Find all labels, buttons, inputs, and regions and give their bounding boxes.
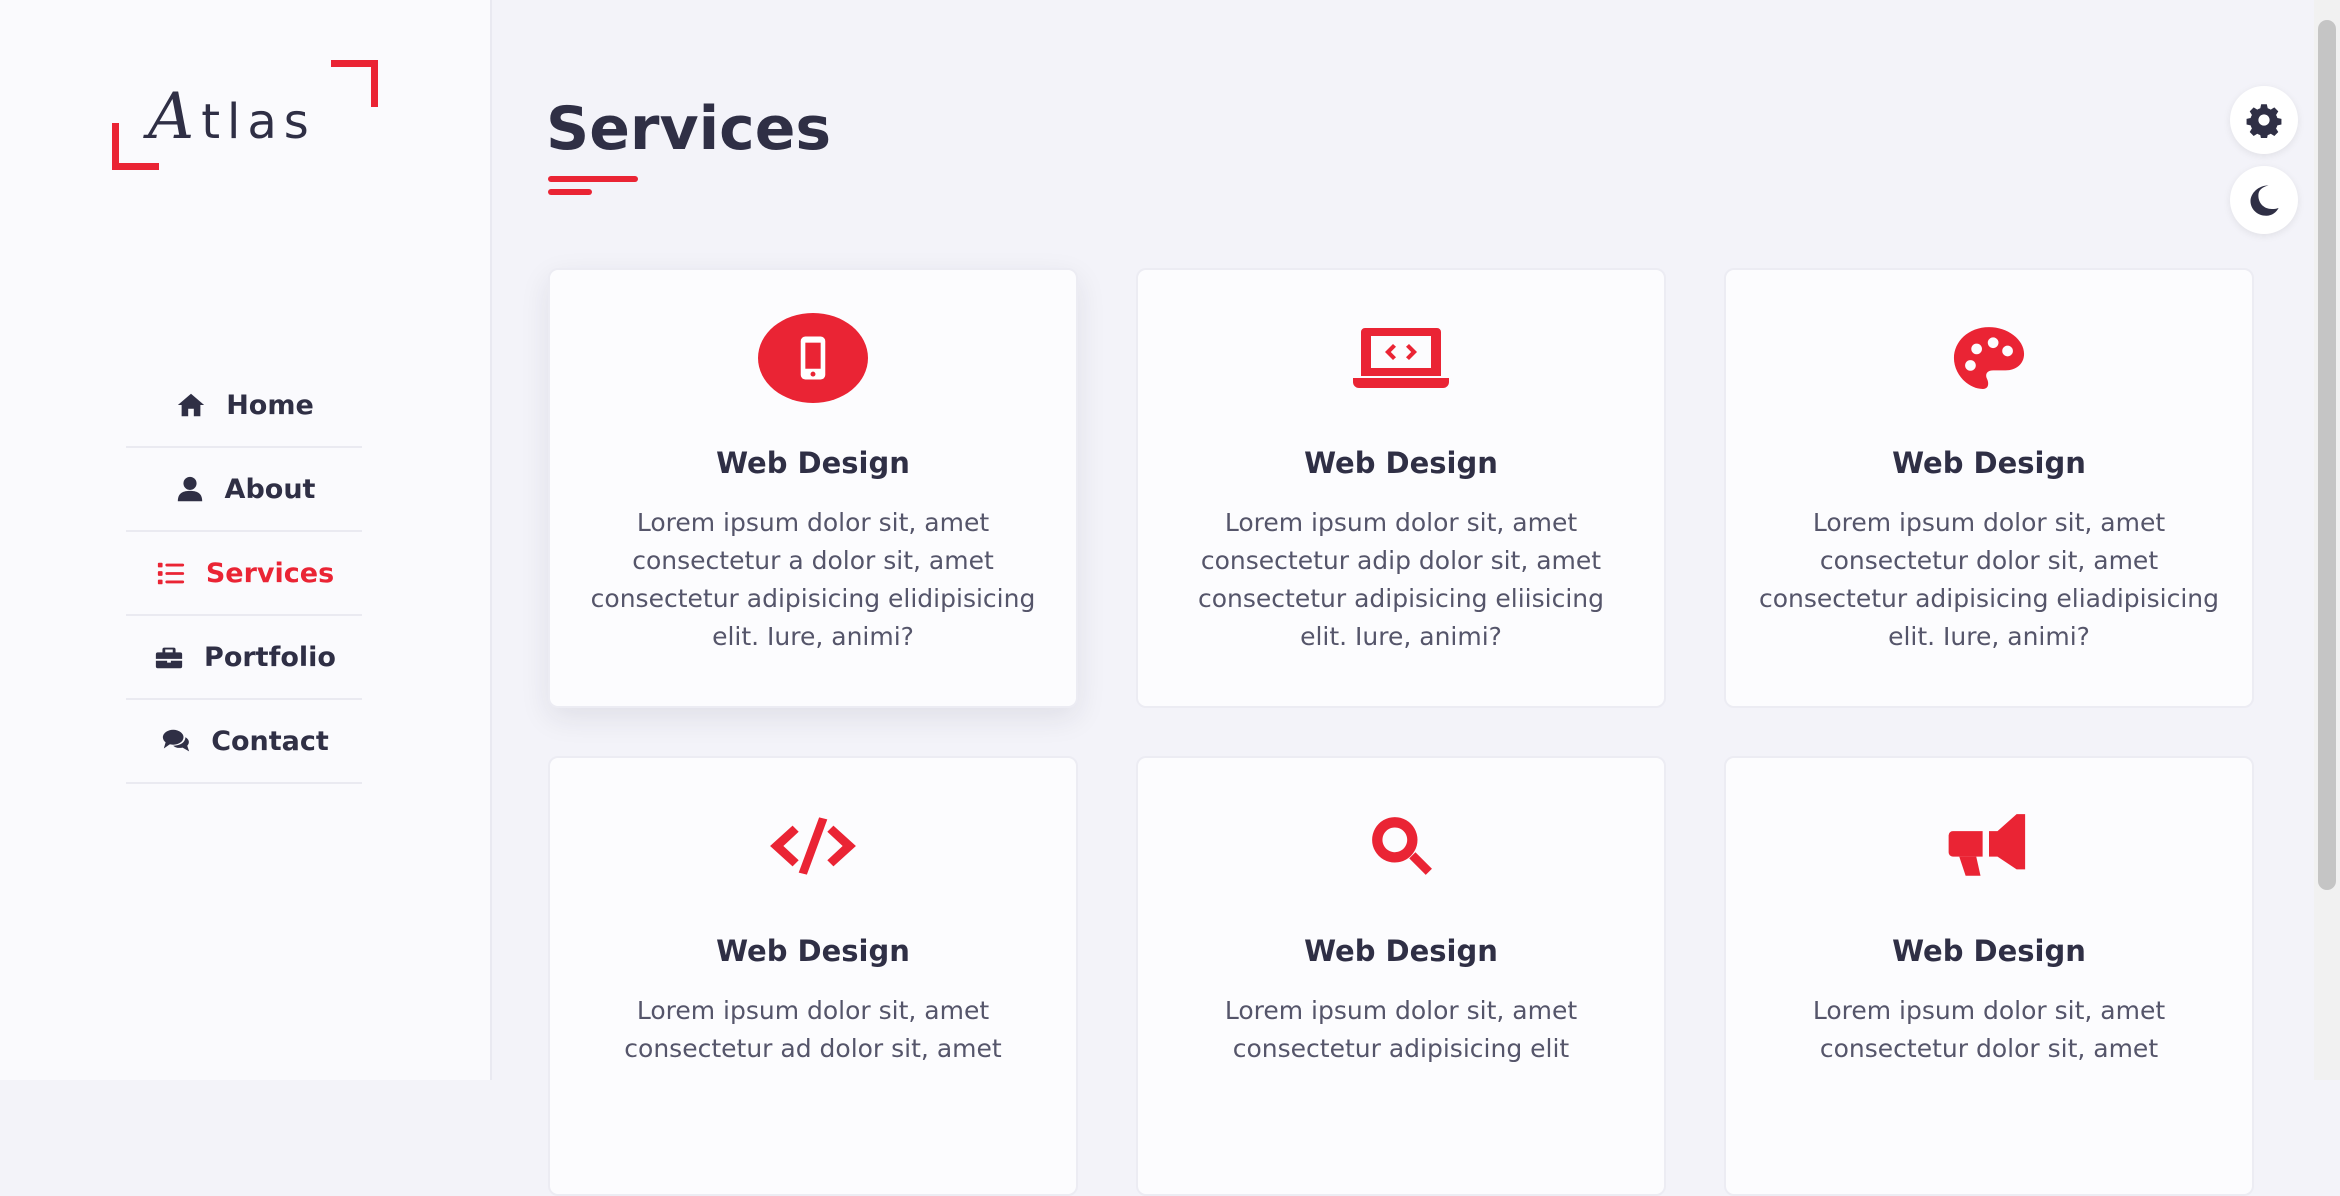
search-icon (1346, 800, 1456, 892)
service-title: Web Design (1892, 446, 2086, 480)
code-icon (758, 800, 868, 892)
service-card[interactable]: Web Design Lorem ipsum dolor sit, amet c… (548, 268, 1078, 708)
service-title: Web Design (1304, 934, 1498, 968)
logo-text: Atlas (148, 80, 316, 154)
gear-icon (2246, 104, 2282, 138)
service-card[interactable]: Web Design Lorem ipsum dolor sit, amet c… (1136, 268, 1666, 708)
service-description: Lorem ipsum dolor sit, amet consectetur … (1198, 508, 1604, 651)
home-icon (174, 388, 208, 422)
sidebar-nav: Home About Services Portfolio Contact (126, 364, 362, 784)
scrollbar[interactable] (2314, 0, 2340, 1080)
briefcase-icon (152, 640, 186, 674)
sidebar-item-about[interactable]: About (126, 448, 362, 532)
logo-initial: A (148, 80, 202, 154)
sidebar-item-label: Portfolio (204, 641, 336, 673)
mobile-icon (758, 312, 868, 404)
sidebar-item-label: Services (205, 557, 335, 589)
sidebar: Atlas Home About Services Portfolio Cont… (0, 0, 492, 1080)
settings-button[interactable] (2230, 86, 2298, 154)
comments-icon (159, 724, 193, 758)
sidebar-item-label: Contact (211, 725, 329, 757)
moon-icon (2250, 185, 2279, 216)
sidebar-item-portfolio[interactable]: Portfolio (126, 616, 362, 700)
service-description: Lorem ipsum dolor sit, amet consectetur … (1759, 508, 2219, 651)
service-card[interactable]: Web Design Lorem ipsum dolor sit, amet c… (1724, 268, 2254, 708)
service-description: Lorem ipsum dolor sit, amet consectetur … (1812, 996, 2166, 1063)
palette-icon (1934, 312, 2044, 404)
theme-toggle-button[interactable] (2230, 166, 2298, 234)
logo[interactable]: Atlas (108, 58, 380, 174)
user-icon (173, 472, 207, 506)
service-description: Lorem ipsum dolor sit, amet consectetur … (624, 996, 1002, 1063)
service-title: Web Design (716, 934, 910, 968)
service-card[interactable]: Web Design Lorem ipsum dolor sit, amet c… (1136, 756, 1666, 1196)
megaphone-icon (1934, 800, 2044, 892)
service-description: Lorem ipsum dolor sit, amet consectetur … (590, 508, 1036, 651)
list-icon (154, 556, 188, 590)
service-card[interactable]: Web Design Lorem ipsum dolor sit, amet c… (548, 756, 1078, 1196)
service-title: Web Design (1304, 446, 1498, 480)
service-card[interactable]: Web Design Lorem ipsum dolor sit, amet c… (1724, 756, 2254, 1196)
scrollbar-thumb[interactable] (2318, 20, 2336, 890)
title-underline-short (548, 189, 592, 195)
logo-bracket-top-right (331, 60, 378, 107)
logo-rest: tlas (201, 94, 316, 150)
laptop-code-icon (1346, 312, 1456, 404)
sidebar-item-home[interactable]: Home (126, 364, 362, 448)
service-title: Web Design (1892, 934, 2086, 968)
service-description: Lorem ipsum dolor sit, amet consectetur … (1224, 996, 1578, 1063)
services-grid: Web Design Lorem ipsum dolor sit, amet c… (548, 268, 2254, 1196)
service-title: Web Design (716, 446, 910, 480)
sidebar-item-contact[interactable]: Contact (126, 700, 362, 784)
sidebar-item-label: About (224, 473, 316, 505)
sidebar-item-label: Home (226, 389, 314, 421)
title-underline (548, 176, 638, 182)
page-title: Services (546, 94, 832, 164)
sidebar-item-services[interactable]: Services (126, 532, 362, 616)
